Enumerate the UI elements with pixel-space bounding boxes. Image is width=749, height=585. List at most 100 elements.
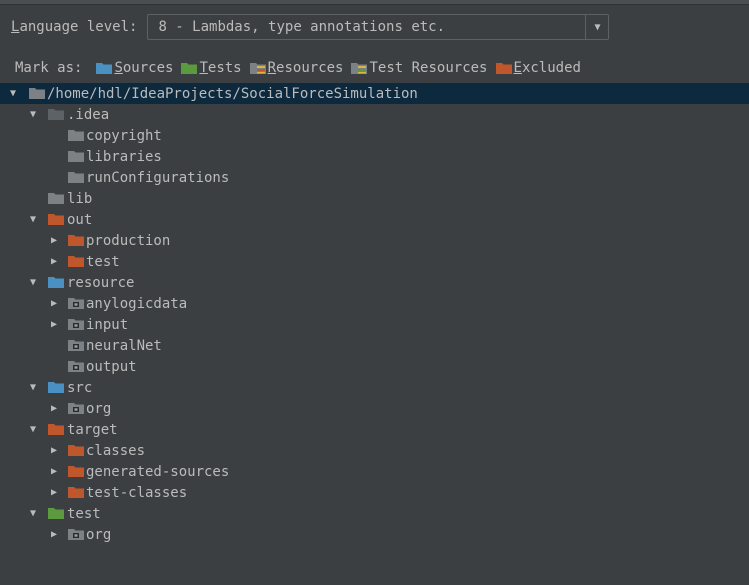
- tree-item-label: input: [86, 316, 129, 333]
- tree-row[interactable]: ▶ generated-sources: [0, 461, 749, 482]
- tree-item-label: runConfigurations: [86, 169, 230, 186]
- folder-icon: [68, 486, 84, 498]
- mark-as-excluded-button[interactable]: Excluded: [495, 60, 581, 76]
- folder-icon: [68, 129, 84, 141]
- tree-row[interactable]: ▶ org: [0, 524, 749, 545]
- mark-as-resources-button[interactable]: Resources: [249, 60, 343, 76]
- expand-arrow-right-icon[interactable]: ▶: [48, 230, 60, 251]
- tree-row[interactable]: ▶ production: [0, 230, 749, 251]
- folder-green-icon: [181, 62, 198, 74]
- tree-item-label: out: [67, 211, 93, 228]
- folder-icon: [68, 297, 84, 309]
- tree-row[interactable]: ▼ test: [0, 503, 749, 524]
- tree-item-label: anylogicdata: [86, 295, 188, 312]
- tree-row[interactable]: ▶ org: [0, 398, 749, 419]
- tree-item-label: .idea: [67, 106, 110, 123]
- folder-icon: [68, 528, 84, 540]
- tree-item-label: generated-sources: [86, 463, 230, 480]
- language-level-row: Language level: 8 - Lambdas, type annota…: [11, 13, 610, 41]
- folder-icon: [48, 213, 64, 225]
- folder-icon: [68, 402, 84, 414]
- expand-arrow-down-icon[interactable]: ▼: [27, 377, 39, 398]
- tree-row[interactable]: libraries: [0, 146, 749, 167]
- content-root-tree: ▼ /home/hdl/IdeaProjects/SocialForceSimul…: [0, 83, 749, 545]
- expand-arrow-down-icon[interactable]: ▼: [27, 272, 39, 293]
- mark-as-sources-button[interactable]: Sources: [96, 60, 173, 76]
- folder-icon: [68, 444, 84, 456]
- mark-as-label: Mark as:: [15, 60, 83, 76]
- tree-row[interactable]: ▶ anylogicdata: [0, 293, 749, 314]
- mark-as-tests-button[interactable]: Tests: [181, 60, 242, 76]
- tree-item-label: libraries: [86, 148, 162, 165]
- expand-arrow-down-icon[interactable]: ▼: [27, 419, 39, 440]
- tree-row[interactable]: ▼ .idea: [0, 104, 749, 125]
- tree-row[interactable]: ▼ out: [0, 209, 749, 230]
- folder-icon: [48, 192, 64, 204]
- expand-arrow-down-icon[interactable]: ▼: [27, 503, 39, 524]
- tree-row[interactable]: ▼ resource: [0, 272, 749, 293]
- folder-icon: [68, 318, 84, 330]
- tree-row[interactable]: ▶ test-classes: [0, 482, 749, 503]
- expand-arrow-down-icon[interactable]: ▼: [27, 209, 39, 230]
- tree-row[interactable]: ▶ input: [0, 314, 749, 335]
- language-level-select[interactable]: 8 - Lambdas, type annotations etc. ▼: [147, 14, 610, 40]
- expand-arrow-right-icon[interactable]: ▶: [48, 314, 60, 335]
- tree-row[interactable]: ▶ classes: [0, 440, 749, 461]
- folder-icon: [48, 108, 64, 120]
- top-edge: [0, 0, 749, 5]
- tree-row[interactable]: ▼ /home/hdl/IdeaProjects/SocialForceSimul…: [0, 83, 749, 104]
- expand-arrow-right-icon[interactable]: ▶: [48, 293, 60, 314]
- tree-item-label: test-classes: [86, 484, 188, 501]
- folder-icon: [68, 339, 84, 351]
- mark-as-toolbar: Mark as: Sources Tests Resources Test Resou…: [15, 58, 589, 78]
- language-level-value: 8 - Lambdas, type annotations etc.: [158, 19, 446, 35]
- mark-as-item-label: Excluded: [513, 60, 581, 76]
- tree-row[interactable]: copyright: [0, 125, 749, 146]
- folder-icon: [29, 87, 45, 99]
- tree-item-label: src: [67, 379, 93, 396]
- folder-orange-icon: [495, 62, 512, 74]
- tree-item-label: classes: [86, 442, 146, 459]
- tree-row[interactable]: ▼ target: [0, 419, 749, 440]
- chevron-down-icon[interactable]: ▼: [585, 15, 608, 39]
- tree-item-label: resource: [67, 274, 135, 291]
- tree-item-label: /home/hdl/IdeaProjects/SocialForceSimula…: [47, 85, 418, 102]
- folder-test-resources-icon: [351, 62, 368, 74]
- tree-row[interactable]: output: [0, 356, 749, 377]
- tree-item-label: neuralNet: [86, 337, 162, 354]
- folder-icon: [68, 465, 84, 477]
- folder-resources-icon: [249, 62, 266, 74]
- tree-item-label: production: [86, 232, 171, 249]
- language-level-label: Language level:: [11, 19, 138, 35]
- tree-item-label: test: [67, 505, 101, 522]
- folder-icon: [68, 171, 84, 183]
- mark-as-item-label: Sources: [114, 60, 174, 76]
- expand-arrow-right-icon[interactable]: ▶: [48, 398, 60, 419]
- folder-icon: [48, 381, 64, 393]
- folder-icon: [48, 423, 64, 435]
- mark-as-item-label: Test Resources: [369, 60, 488, 76]
- tree-row[interactable]: ▶ test: [0, 251, 749, 272]
- expand-arrow-right-icon[interactable]: ▶: [48, 482, 60, 503]
- tree-row[interactable]: ▼ src: [0, 377, 749, 398]
- expand-arrow-right-icon[interactable]: ▶: [48, 524, 60, 545]
- expand-arrow-down-icon[interactable]: ▼: [27, 104, 39, 125]
- mark-as-test-resources-button[interactable]: Test Resources: [351, 60, 488, 76]
- folder-icon: [68, 150, 84, 162]
- folder-icon: [68, 234, 84, 246]
- folder-icon: [48, 276, 64, 288]
- tree-item-label: org: [86, 400, 112, 417]
- tree-item-label: test: [86, 253, 120, 270]
- tree-item-label: org: [86, 526, 112, 543]
- tree-row[interactable]: runConfigurations: [0, 167, 749, 188]
- tree-row[interactable]: lib: [0, 188, 749, 209]
- tree-item-label: copyright: [86, 127, 162, 144]
- folder-icon: [48, 507, 64, 519]
- expand-arrow-down-icon[interactable]: ▼: [7, 83, 19, 104]
- expand-arrow-right-icon[interactable]: ▶: [48, 461, 60, 482]
- tree-row[interactable]: neuralNet: [0, 335, 749, 356]
- tree-item-label: target: [67, 421, 118, 438]
- mark-as-item-label: Tests: [199, 60, 242, 76]
- expand-arrow-right-icon[interactable]: ▶: [48, 440, 60, 461]
- expand-arrow-right-icon[interactable]: ▶: [48, 251, 60, 272]
